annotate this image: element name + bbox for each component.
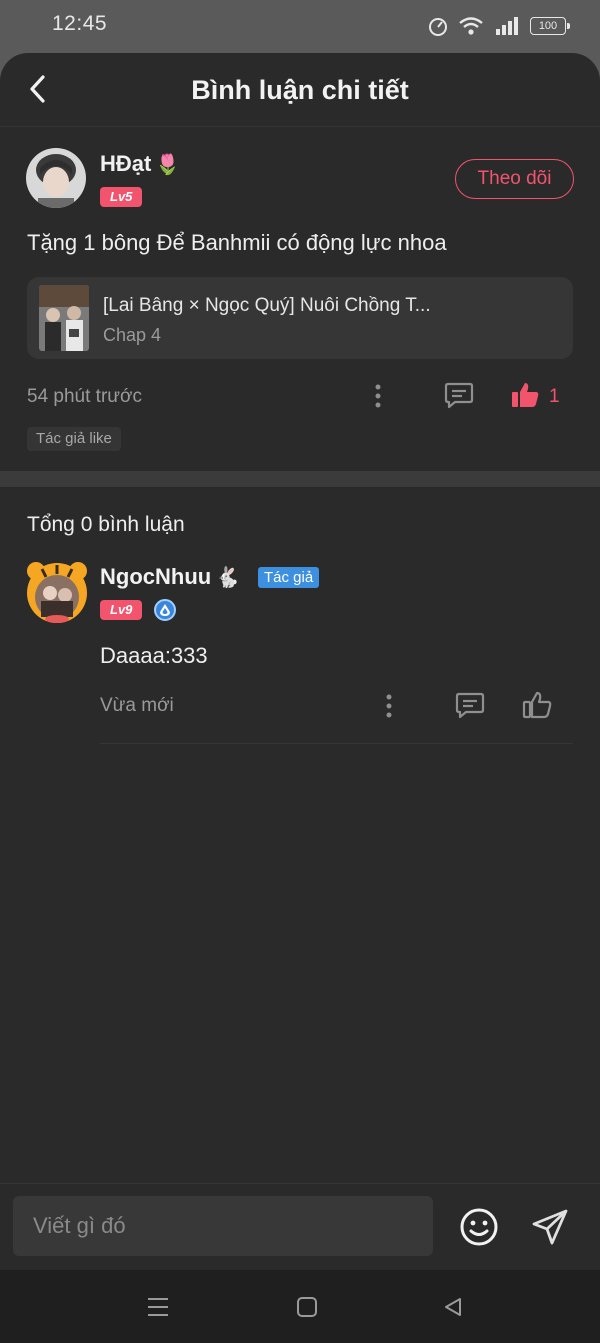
page-title: Bình luận chi tiết (191, 75, 409, 105)
chapter-card[interactable]: [Lai Bâng × Ngọc Quý] Nuôi Chồng T... Ch… (27, 277, 573, 359)
post-like-button[interactable] (508, 378, 542, 412)
author-like-badge: Tác giả like (27, 427, 121, 451)
menu-nav-button[interactable] (140, 1292, 176, 1322)
smiley-icon (460, 1208, 498, 1246)
more-vertical-icon (386, 694, 392, 718)
tulip-emoji: 🌷 (155, 153, 181, 176)
back-triangle-icon (445, 1298, 461, 1316)
chapter-title: [Lai Bâng × Ngọc Quý] Nuôi Chồng T... (103, 295, 431, 316)
section-divider (0, 471, 600, 487)
speed-icon (429, 18, 447, 36)
post-user-name[interactable]: HĐạt 🌷 (100, 151, 180, 177)
chapter-thumbnail (39, 285, 89, 351)
post-comment-text: Tặng 1 bông Để Banhmii có động lực nhoa (27, 230, 447, 255)
back-nav-button[interactable] (436, 1292, 470, 1322)
reply-level-badge: Lv9 (100, 600, 143, 620)
reply-user-name[interactable]: NgocNhuu 🐇 (100, 564, 240, 590)
reply-user-name-text: NgocNhuu (100, 564, 212, 589)
system-nav-bar (0, 1270, 600, 1343)
menu-icon (148, 1298, 168, 1316)
send-button[interactable] (528, 1206, 572, 1248)
comment-icon (444, 382, 474, 409)
more-vertical-icon (375, 384, 381, 408)
signal-icon (496, 17, 518, 35)
tiger-frame-avatar (27, 562, 87, 623)
post-time: 54 phút trước (27, 386, 142, 407)
author-tag: Tác giả (258, 567, 320, 588)
status-icons: 100 (428, 16, 570, 36)
replies-total: Tổng 0 bình luận (27, 513, 185, 536)
reply-like-button[interactable] (520, 688, 554, 722)
post-user-name-text: HĐạt (100, 151, 152, 176)
reply-more-button[interactable] (377, 691, 401, 721)
follow-button[interactable]: Theo dõi (455, 159, 574, 199)
post-more-button[interactable] (366, 381, 390, 411)
thumbs-up-filled-icon (512, 383, 539, 407)
emoji-button[interactable] (458, 1206, 500, 1248)
comment-detail-sheet: Bình luận chi tiết HĐạt 🌷 Lv5 Theo dõi T… (0, 53, 600, 1270)
post-reply-button[interactable] (442, 378, 476, 412)
comment-input[interactable] (13, 1196, 433, 1256)
post-avatar[interactable] (26, 148, 86, 208)
status-bar: 12:45 100 (0, 0, 600, 52)
reply-text: Daaaa:333 (100, 643, 208, 668)
send-icon (532, 1209, 568, 1245)
home-nav-button[interactable] (290, 1292, 324, 1322)
reply-divider (100, 743, 573, 744)
post-like-count: 1 (549, 386, 560, 407)
reply-reply-button[interactable] (453, 688, 487, 722)
battery-level: 100 (538, 20, 558, 32)
wifi-icon (459, 17, 483, 35)
thumbs-up-icon (522, 691, 552, 719)
comment-icon (455, 692, 485, 719)
reply-avatar[interactable] (24, 559, 90, 625)
avatar-image (26, 148, 86, 208)
status-time: 12:45 (52, 12, 108, 35)
top-bar: Bình luận chi tiết (0, 53, 600, 127)
home-square-icon (297, 1297, 317, 1317)
chapter-number: Chap 4 (103, 325, 162, 345)
reply-time: Vừa mới (100, 695, 174, 716)
battery-indicator: 100 (530, 17, 570, 35)
verified-badge-icon (154, 599, 176, 621)
comment-composer (0, 1183, 600, 1270)
rabbit-emoji: 🐇 (215, 566, 241, 589)
post-level-badge: Lv5 (100, 187, 143, 207)
